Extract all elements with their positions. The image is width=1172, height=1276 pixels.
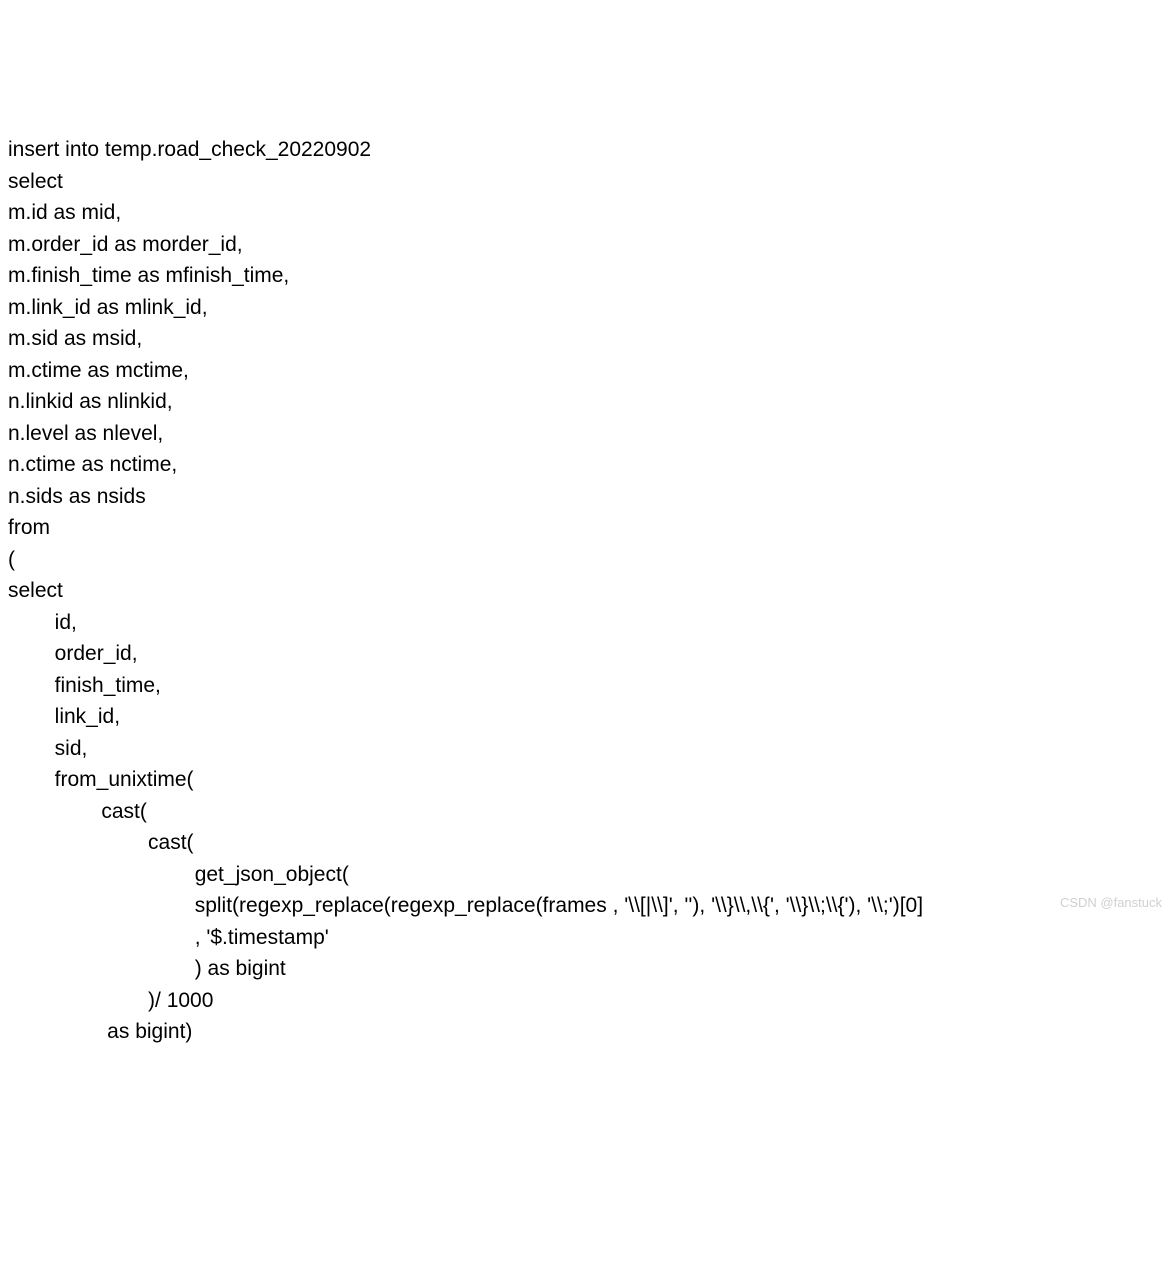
code-line: select: [8, 170, 63, 193]
code-line: id,: [8, 611, 77, 634]
code-line: from: [8, 516, 50, 539]
code-line: n.level as nlevel,: [8, 422, 163, 445]
code-line: , '$.timestamp': [8, 926, 329, 949]
code-line: select: [8, 579, 63, 602]
code-line: insert into temp.road_check_20220902: [8, 138, 371, 161]
code-line: link_id,: [8, 705, 120, 728]
code-line: m.ctime as mctime,: [8, 359, 189, 382]
code-line: order_id,: [8, 642, 138, 665]
sql-code-block: insert into temp.road_check_20220902 sel…: [8, 134, 1164, 1048]
code-line: as bigint): [8, 1020, 192, 1043]
code-line: m.link_id as mlink_id,: [8, 296, 208, 319]
code-line: (: [8, 548, 15, 571]
code-line: m.finish_time as mfinish_time,: [8, 264, 289, 287]
code-line: cast(: [8, 831, 194, 854]
code-line: m.sid as msid,: [8, 327, 142, 350]
watermark-text: CSDN @fanstuck: [1060, 893, 1162, 913]
code-line: from_unixtime(: [8, 768, 194, 791]
code-line: n.linkid as nlinkid,: [8, 390, 173, 413]
code-line: ) as bigint: [8, 957, 286, 980]
code-line: m.order_id as morder_id,: [8, 233, 243, 256]
code-line: split(regexp_replace(regexp_replace(fram…: [8, 894, 923, 917]
code-line: finish_time,: [8, 674, 161, 697]
code-line: cast(: [8, 800, 147, 823]
code-line: n.sids as nsids: [8, 485, 146, 508]
code-line: sid,: [8, 737, 87, 760]
code-line: )/ 1000: [8, 989, 213, 1012]
code-line: get_json_object(: [8, 863, 349, 886]
code-line: n.ctime as nctime,: [8, 453, 177, 476]
code-line: m.id as mid,: [8, 201, 121, 224]
